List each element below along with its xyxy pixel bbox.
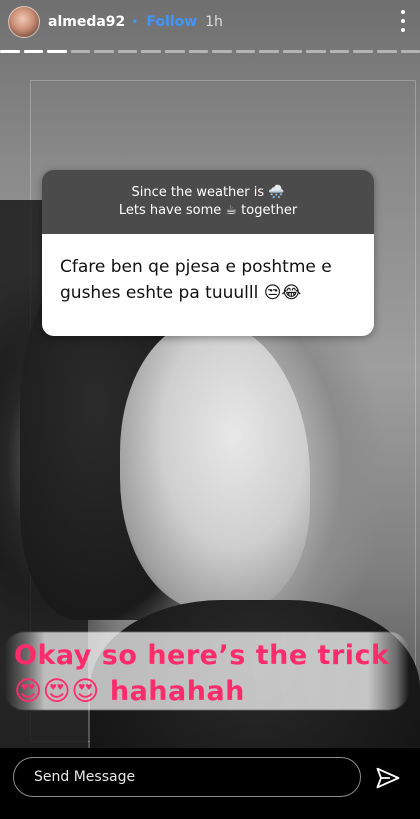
question-sticker: Since the weather is 🌨️ Lets have some ☕… [42,170,374,336]
progress-segment [400,50,420,53]
progress-segment [353,50,373,53]
question-prompt-line2: Lets have some ☕ together [118,203,298,218]
progress-segment [306,50,326,53]
post-time: 1h [205,14,223,30]
progress-segment [0,50,20,53]
username[interactable]: almeda92 [48,14,125,30]
story-header: almeda92 • Follow 1h [0,0,420,44]
caption-line1: Okay so here’s the trick [14,640,390,671]
progress-segment [141,50,161,53]
send-message-input[interactable]: Send Message [13,757,361,797]
avatar[interactable] [8,6,40,38]
progress-segment [212,50,232,53]
composer-bar: Send Message [0,748,420,819]
progress-segment [377,50,397,53]
progress-segment [188,50,209,53]
progress-segment [164,50,185,53]
progress-segment [235,50,256,53]
question-prompt-line1: Since the weather is 🌨️ [131,185,285,200]
progress-segment [117,50,138,53]
caption-line2: 😍😍😍 hahahah [14,676,245,707]
question-header: Since the weather is 🌨️ Lets have some ☕… [42,170,374,234]
progress-segment [23,50,44,53]
story-progress [0,50,420,53]
caption: Okay so here’s the trick 😍😍😍 hahahah [4,632,409,712]
story-view: almeda92 • Follow 1h Since the weather i… [0,0,420,819]
question-answer: Cfare ben qe pjesa e poshtme e gushes es… [42,234,374,336]
progress-segment [282,50,303,53]
follow-button[interactable]: Follow [146,14,197,30]
progress-segment [329,50,350,53]
separator-dot: • [131,15,139,29]
progress-segment [259,50,279,53]
send-icon[interactable] [374,764,402,792]
progress-segment [70,50,91,53]
progress-segment [94,50,114,53]
more-icon[interactable] [400,10,406,32]
progress-segment [47,50,67,53]
